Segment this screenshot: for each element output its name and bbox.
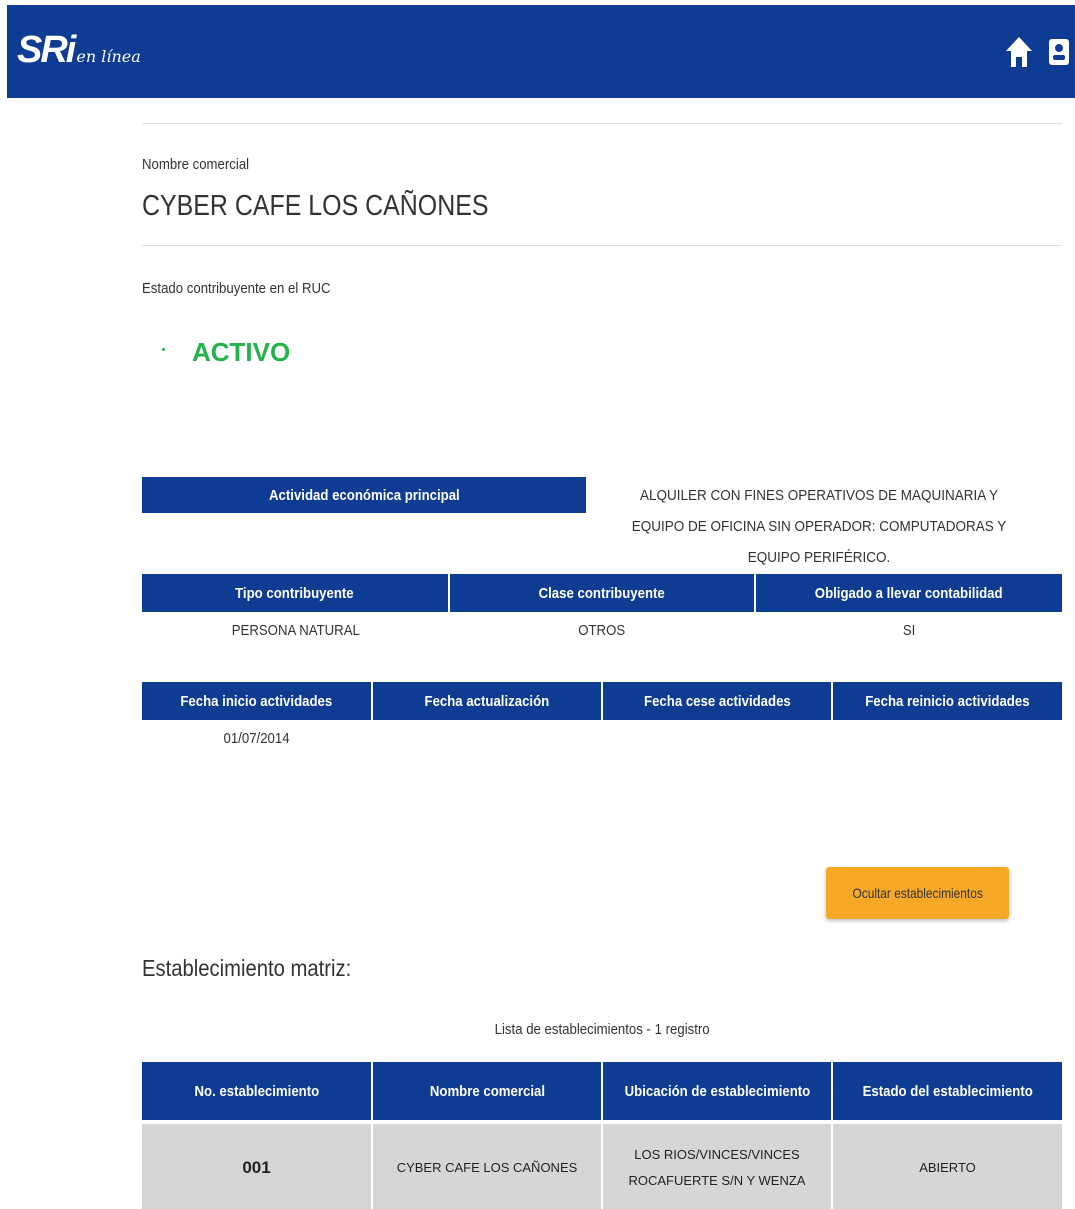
table-cell	[832, 720, 1062, 756]
divider	[142, 123, 1062, 124]
status-label: Estado contribuyente en el RUC	[142, 280, 331, 297]
section-title: Establecimiento matriz:	[142, 955, 352, 981]
table-header: Fecha cese actividades	[601, 682, 832, 720]
table-header: Tipo contribuyente	[142, 574, 449, 612]
table-cell: OTROS	[578, 621, 626, 639]
table-header: Ubicación de establecimiento	[601, 1062, 832, 1122]
activity-label: Actividad económica principal	[268, 486, 460, 504]
establishment-number: 001	[142, 1120, 372, 1209]
establishments-table: No. establecimiento Nombre comercial Ubi…	[142, 1062, 1062, 1209]
activity-dates-table: Fecha inicio actividades Fecha actualiza…	[142, 682, 1062, 756]
table-row[interactable]: 001 CYBER CAFE LOS CAÑONES LOS RIOS/VINC…	[142, 1120, 1062, 1209]
user-icon[interactable]	[1047, 35, 1073, 69]
hide-establishments-button[interactable]: Ocultar establecimientos	[826, 867, 1009, 919]
table-cell	[602, 720, 832, 756]
trade-name-label: Nombre comercial	[142, 156, 250, 173]
table-cell: 01/07/2014	[223, 729, 291, 747]
table-cell	[372, 720, 602, 756]
top-navigation-bar: SRi en línea	[7, 5, 1075, 98]
logo-main-text: SRi	[17, 29, 76, 71]
list-caption: Lista de establecimientos - 1 registro	[494, 1021, 710, 1038]
establishment-name: CYBER CAFE LOS CAÑONES	[371, 1120, 602, 1209]
establishment-location: LOS RIOS/VINCES/VINCES ROCAFUERTE S/N Y …	[601, 1120, 832, 1209]
table-cell: PERSONA NATURAL	[231, 621, 360, 639]
activity-label-box: Actividad económica principal	[142, 477, 586, 513]
status-value: ACTIVO	[192, 337, 291, 367]
sri-logo[interactable]: SRi en línea	[17, 29, 141, 72]
status-indicator-dot	[162, 348, 165, 351]
table-header: Nombre comercial	[371, 1062, 602, 1122]
trade-name-value: CYBER CAFE LOS CAÑONES	[142, 190, 489, 222]
taxpayer-type-table: Tipo contribuyente Clase contribuyente O…	[142, 574, 1062, 648]
divider	[142, 245, 1062, 246]
table-header: Estado del establecimiento	[831, 1062, 1062, 1122]
table-header: No. establecimiento	[142, 1062, 372, 1122]
table-header: Obligado a llevar contabilidad	[754, 574, 1062, 612]
table-header: Fecha reinicio actividades	[831, 682, 1062, 720]
establishment-status: ABIERTO	[831, 1120, 1062, 1209]
table-header: Clase contribuyente	[447, 574, 756, 612]
logo-sub-text: en línea	[76, 47, 141, 66]
activity-description: ALQUILER CON FINES OPERATIVOS DE MAQUINA…	[631, 487, 1007, 566]
table-header: Fecha inicio actividades	[142, 682, 372, 720]
table-header: Fecha actualización	[371, 682, 602, 720]
table-cell: SI	[902, 621, 915, 639]
home-icon[interactable]	[1005, 35, 1033, 69]
